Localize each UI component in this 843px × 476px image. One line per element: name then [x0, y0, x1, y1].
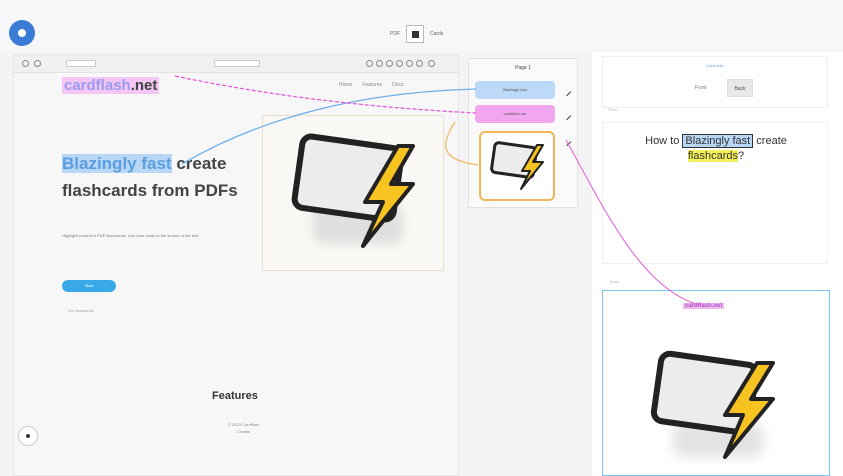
text-tool-icon[interactable]: [386, 60, 393, 67]
question-mid: create: [753, 135, 787, 147]
nav-item-features[interactable]: Features: [362, 82, 382, 88]
nav-item-home[interactable]: Home: [339, 82, 352, 88]
thumbnail-lightning-image: [490, 141, 544, 190]
footer-line-1: © 2023 Cardflash: [228, 422, 260, 427]
back-label: Back: [610, 279, 619, 284]
edit-icon[interactable]: [562, 137, 572, 147]
back-button[interactable]: [18, 426, 38, 446]
card-editor: Card side Front Back Front How to Blazin…: [592, 52, 843, 476]
answer-lightning-image: [650, 350, 775, 459]
page-label: Page 1: [515, 65, 531, 71]
tab-back[interactable]: Back: [727, 79, 753, 97]
question-suffix: ?: [738, 150, 745, 162]
logo-dot-icon: [18, 29, 26, 37]
back-editor[interactable]: cardflash.net: [602, 290, 830, 476]
highlight-icon[interactable]: [366, 60, 373, 67]
hero-headline: Blazingly fast create flashcards from PD…: [62, 150, 262, 204]
search-icon[interactable]: [34, 60, 41, 67]
page-number-field[interactable]: [66, 60, 96, 67]
question-yellow: flashcards: [687, 150, 738, 162]
answer-link-tag[interactable]: cardflash.net: [683, 303, 725, 309]
reference-highlight-pink[interactable]: cardflash.net: [475, 105, 555, 123]
site-logo-text: cardflash: [64, 77, 131, 94]
start-button[interactable]: Start: [62, 280, 116, 292]
hero-image-card: [262, 115, 444, 271]
pen-icon[interactable]: [396, 60, 403, 67]
mode-toggle[interactable]: [406, 25, 424, 43]
front-label: Front: [608, 107, 618, 112]
features-heading: Features: [212, 390, 258, 402]
question-highlight[interactable]: Blazingly fast: [682, 134, 754, 148]
more-icon[interactable]: [428, 60, 435, 67]
zoom-select[interactable]: [214, 60, 260, 67]
flashcard-lightning-image: [291, 133, 415, 248]
card-side-selector: Card side Front Back: [602, 56, 828, 108]
rect-select-icon[interactable]: [376, 60, 383, 67]
pdf-viewer: cardflash.net Home Features Docs Blazing…: [13, 54, 459, 476]
sidebar-icon[interactable]: [22, 60, 29, 67]
mode-pdf-label: PDF: [390, 31, 400, 37]
footer-text: © 2023 Cardflash Credits: [228, 421, 259, 435]
front-editor[interactable]: How to Blazingly fast create flashcards?: [602, 122, 828, 264]
top-bar: PDF Cards: [0, 0, 843, 52]
get-flashcards-link[interactable]: Get flashcards: [68, 308, 94, 313]
footer-line-2[interactable]: Credits: [228, 428, 259, 435]
back-icon: [26, 434, 30, 438]
reference-highlight-blue[interactable]: Blazingly fast: [475, 81, 555, 99]
site-logo-highlight[interactable]: cardflash.net: [62, 77, 160, 94]
question-prefix: How to: [645, 135, 683, 147]
headline-highlight[interactable]: Blazingly fast: [62, 154, 172, 173]
reference-image[interactable]: [479, 131, 555, 201]
download-icon[interactable]: [416, 60, 423, 67]
edit-icon[interactable]: [562, 111, 572, 121]
mode-switch: PDF Cards: [390, 25, 443, 43]
print-icon[interactable]: [406, 60, 413, 67]
tab-front[interactable]: Front: [695, 85, 707, 91]
toggle-knob-icon: [411, 30, 419, 38]
nav-item-docs[interactable]: Docs: [392, 82, 403, 88]
mode-cards-label: Cards: [430, 31, 444, 37]
edit-icon[interactable]: [562, 87, 572, 97]
question-text: How to Blazingly fast create flashcards?: [623, 134, 809, 164]
card-side-label: Card side: [706, 63, 724, 68]
page-outline: Page 1 Blazingly fast cardflash.net: [468, 58, 578, 208]
pdf-toolbar: [14, 55, 458, 73]
site-logo-suffix: .net: [130, 77, 158, 94]
site-nav: Home Features Docs: [339, 82, 403, 88]
hero-subtext: Highlight content in PDF documents. Link…: [62, 233, 200, 238]
app-logo[interactable]: [9, 20, 35, 46]
